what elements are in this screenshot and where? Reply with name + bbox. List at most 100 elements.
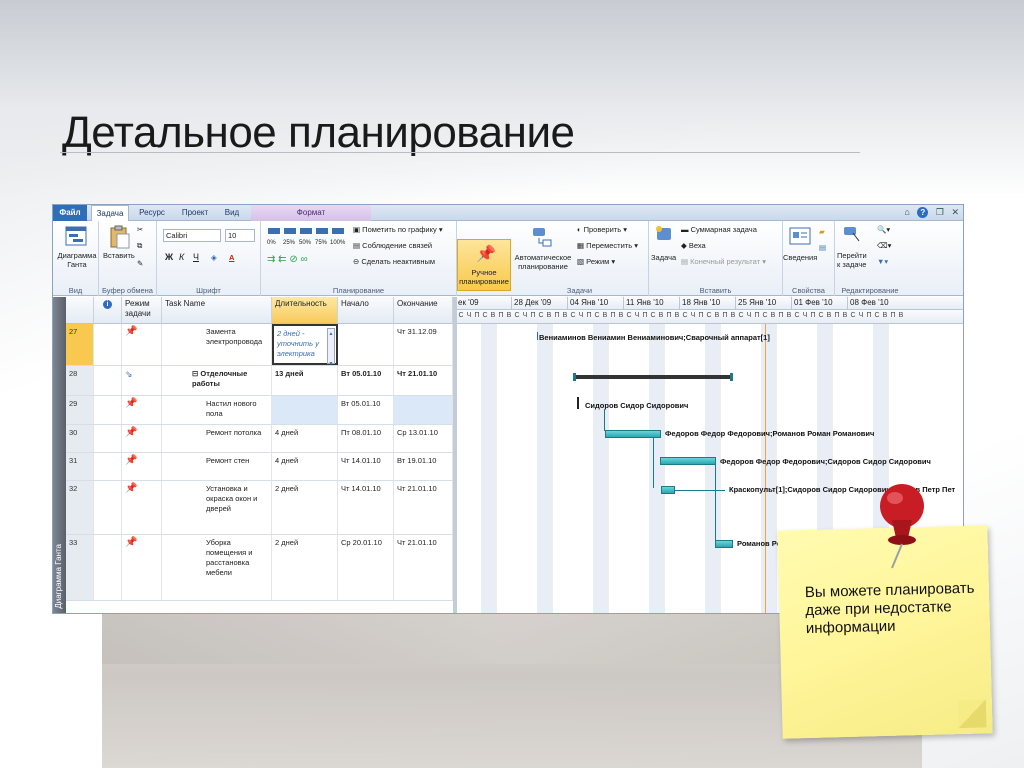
finish-cell[interactable]: Вт 19.01.10 [394, 453, 453, 480]
auto-schedule-button[interactable]: Автоматическое планирование [513, 253, 573, 271]
deliverable-button[interactable]: ▤ Конечный результат ▾ [681, 257, 766, 266]
pct-0[interactable]: 0% [267, 239, 276, 248]
notes-icon[interactable]: ▰ [819, 227, 825, 236]
task-name-cell[interactable]: Установка и окраска окон и дверей [162, 481, 272, 534]
start-cell[interactable]: Пт 08.01.10 [338, 425, 394, 452]
header-task-mode[interactable]: Режим задачи [122, 297, 162, 324]
finish-cell[interactable]: Чт 21.01.10 [394, 366, 453, 395]
help-icon[interactable]: ? [917, 207, 929, 218]
task-insert-icon[interactable] [655, 225, 675, 245]
table-row[interactable]: 31 📌 Ремонт стен 4 дней Чт 14.01.10 Вт 1… [66, 453, 453, 481]
close-icon[interactable]: ✕ [951, 207, 959, 217]
gantt-chart-icon[interactable] [65, 225, 87, 247]
summary-bar[interactable] [573, 375, 733, 379]
finish-cell[interactable]: Чт 21.01.10 [394, 535, 453, 600]
task-bar-r33[interactable] [715, 540, 733, 548]
fill-color-icon[interactable]: ◈ [211, 253, 217, 262]
restore-icon[interactable]: ❐ [936, 207, 944, 217]
insert-task-button[interactable]: Задача [651, 253, 676, 262]
chevron-up-icon[interactable]: ⌂ [904, 207, 909, 217]
table-row[interactable]: 29 📌 Настил нового пола Вт 05.01.10 [66, 396, 453, 425]
finish-cell[interactable] [394, 396, 453, 424]
tab-view[interactable]: Вид [217, 205, 247, 221]
view-bar[interactable]: Диаграмма Ганта [53, 297, 66, 613]
copy-icon[interactable]: ⧉ [137, 241, 142, 250]
start-cell[interactable]: Вт 05.01.10 [338, 396, 394, 424]
inactivate-button[interactable]: ⊖ Сделать неактивным [353, 257, 435, 266]
table-row[interactable]: 27 📌 Замента электропровода 2 дней - уто… [66, 324, 453, 367]
scroll-to-task-icon[interactable] [843, 225, 863, 245]
header-start[interactable]: Начало [338, 297, 394, 324]
pct-75[interactable]: 75% [315, 239, 327, 248]
task-name-cell[interactable]: Ремонт потолка [162, 425, 272, 452]
pct-50[interactable]: 50% [299, 239, 311, 248]
fill-icon[interactable]: ▼▾ [877, 257, 888, 266]
header-id[interactable] [66, 297, 94, 324]
underline-button[interactable]: Ч [193, 253, 199, 262]
format-painter-icon[interactable]: ✎ [137, 259, 143, 268]
table-row[interactable]: 32 📌 Установка и окраска окон и дверей 2… [66, 481, 453, 535]
auto-schedule-icon[interactable] [531, 225, 553, 247]
header-indicators[interactable]: i [94, 297, 122, 324]
finish-cell[interactable]: Чт 21.01.10 [394, 481, 453, 534]
table-row[interactable]: 33 📌 Уборка помещения и расстановка мебе… [66, 535, 453, 601]
task-mode-cell[interactable]: 📌 [122, 453, 162, 480]
start-cell[interactable] [338, 324, 394, 365]
indent-icons[interactable]: ⇉ ⇇ ⊘ ∞ [267, 255, 308, 265]
start-cell[interactable]: Ср 20.01.10 [338, 535, 394, 600]
start-cell[interactable]: Вт 05.01.10 [338, 366, 394, 395]
duration-cell[interactable]: 4 дней [272, 425, 338, 452]
paste-button[interactable]: Вставить [103, 251, 135, 260]
task-name-cell[interactable]: Ремонт стен [162, 453, 272, 480]
start-cell[interactable]: Чт 14.01.10 [338, 453, 394, 480]
task-bar-r30[interactable] [605, 430, 661, 438]
task-mode-cell[interactable]: 📌 [122, 396, 162, 424]
duration-cell[interactable]: 4 дней [272, 453, 338, 480]
table-row[interactable]: 30 📌 Ремонт потолка 4 дней Пт 08.01.10 С… [66, 425, 453, 453]
inspect-button[interactable]: ◐ Проверить ▾ [577, 225, 627, 234]
information-button[interactable]: Сведения [783, 253, 817, 262]
bold-button[interactable]: Ж [165, 253, 173, 262]
table-row[interactable]: 28 ⇘ ⊟ Отделочные работы 13 дней Вт 05.0… [66, 366, 453, 396]
task-bar-r32[interactable] [661, 486, 675, 494]
scroll-to-task-button[interactable]: Перейти к задаче [837, 251, 867, 269]
task-mode-cell[interactable]: 📌 [122, 425, 162, 452]
find-icon[interactable]: 🔍▾ [877, 225, 890, 234]
finish-cell[interactable]: Чт 31.12.09 [394, 324, 453, 365]
gantt-chart-button[interactable]: Диаграмма Ганта [55, 251, 99, 269]
pct-25[interactable]: 25% [283, 239, 295, 248]
milestone-button[interactable]: ◆ Веха [681, 241, 706, 250]
font-name-combo[interactable]: Calibri [163, 229, 221, 242]
task-mode-cell[interactable]: 📌 [122, 324, 162, 365]
file-tab[interactable]: Файл [53, 205, 87, 221]
task-name-cell[interactable]: Настил нового пола [162, 396, 272, 424]
font-size-combo[interactable]: 10 [225, 229, 255, 242]
header-duration[interactable]: Длительность [272, 297, 338, 324]
mark-on-track-button[interactable]: ▣ Пометить по графику ▾ [353, 225, 443, 234]
duration-edit-cell[interactable]: 2 дней - уточнить у электрика ▲ ▼ [272, 324, 338, 367]
duration-cell[interactable]: 13 дней [272, 366, 338, 395]
task-mode-cell[interactable]: 📌 [122, 481, 162, 534]
move-button[interactable]: ▦ Переместить ▾ [577, 241, 638, 250]
tab-resource[interactable]: Ресурс [133, 205, 171, 221]
task-bar-r31[interactable] [660, 457, 716, 465]
tab-project[interactable]: Проект [175, 205, 215, 221]
respect-links-button[interactable]: ▤ Соблюдение связей [353, 241, 432, 250]
task-mode-cell[interactable]: 📌 [122, 535, 162, 600]
manual-schedule-button[interactable]: 📌 Ручное планирование [457, 239, 511, 291]
task-name-cell[interactable]: Уборка помещения и расстановка мебели [162, 535, 272, 600]
task-mode-cell[interactable]: ⇘ [122, 366, 162, 395]
information-icon[interactable] [789, 227, 811, 247]
header-finish[interactable]: Окончание [394, 297, 453, 324]
header-task-name[interactable]: Task Name [162, 297, 272, 324]
tab-task[interactable]: Задача [91, 205, 129, 222]
summary-task-button[interactable]: ▬ Суммарная задача [681, 225, 757, 234]
cut-icon[interactable]: ✂ [137, 225, 143, 234]
task-name-cell[interactable]: Замента электропровода [162, 324, 272, 365]
font-color-icon[interactable]: A [229, 253, 234, 262]
task-name-cell[interactable]: ⊟ Отделочные работы [162, 366, 272, 395]
start-cell[interactable]: Чт 14.01.10 [338, 481, 394, 534]
duration-cell[interactable]: 2 дней [272, 535, 338, 600]
paste-icon[interactable] [109, 225, 131, 249]
finish-cell[interactable]: Ср 13.01.10 [394, 425, 453, 452]
